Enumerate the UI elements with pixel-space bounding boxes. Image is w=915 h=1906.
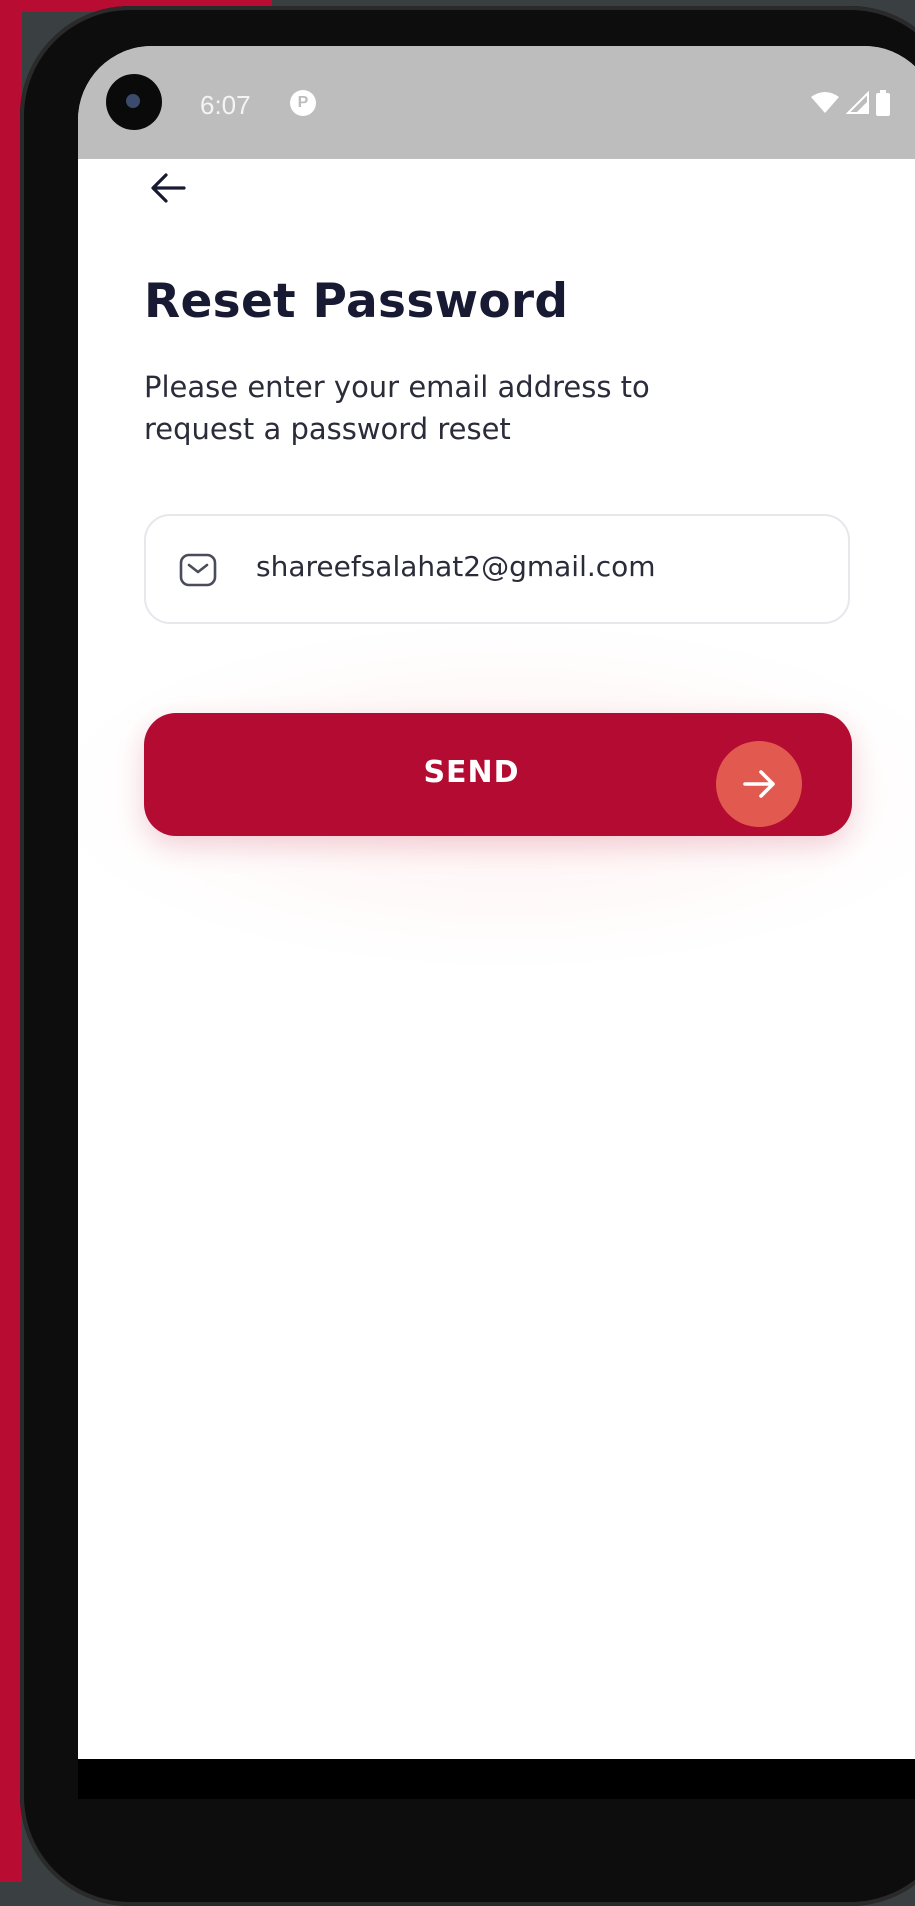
send-button-label: SEND [423,755,520,790]
email-field[interactable]: shareefsalahat2@gmail.com [144,514,850,624]
phone-screen: 6:07 P Reset Password Please enter your [78,46,915,1799]
cellular-signal-icon [846,91,869,114]
send-arrow-circle [716,741,802,827]
accent-strip [0,0,22,1882]
arrow-right-icon [743,770,775,798]
envelope-icon [179,553,217,587]
page-subtitle: Please enter your email address to reque… [144,370,650,446]
front-camera [106,74,162,130]
arrow-left-icon[interactable] [146,166,190,210]
battery-icon [876,90,890,116]
status-time: 6:07 [200,90,251,120]
email-input-value[interactable]: shareefsalahat2@gmail.com [256,550,816,583]
phone-frame: 6:07 P Reset Password Please enter your [20,6,915,1906]
notification-badge: P [290,90,316,116]
system-nav-bar [78,1759,915,1799]
status-icons [810,88,890,118]
page-title: Reset Password [144,274,569,329]
wifi-icon [811,92,839,113]
status-bar: 6:07 P [78,46,915,159]
send-button[interactable]: SEND [144,713,852,836]
